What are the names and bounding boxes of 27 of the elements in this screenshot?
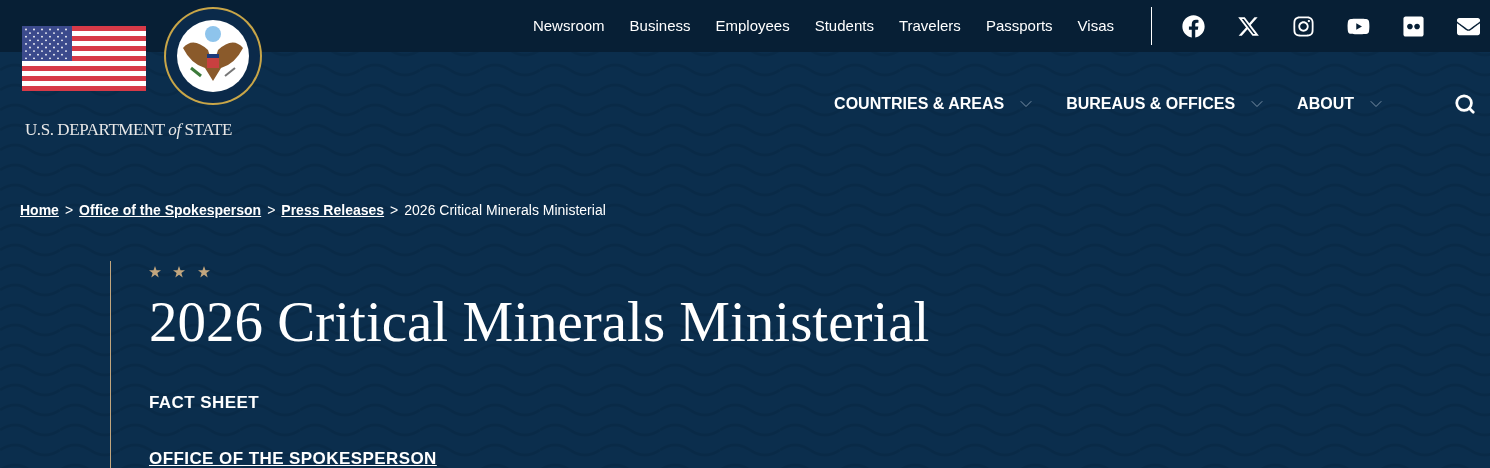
- utility-link[interactable]: Employees: [715, 14, 790, 38]
- breadcrumb-link[interactable]: Press Releases: [281, 200, 385, 221]
- nav-menu-button[interactable]: COUNTRIES & AREAS: [834, 92, 1037, 116]
- office-link[interactable]: OFFICE OF THE SPOKESPERSON: [149, 445, 437, 468]
- breadcrumb-separator: >: [390, 201, 399, 220]
- stars-icon: [149, 266, 211, 279]
- nav-menu-button[interactable]: ABOUT: [1297, 92, 1386, 116]
- breadcrumb-link[interactable]: Office of the Spokesperson: [79, 200, 262, 221]
- instagram-icon[interactable]: [1292, 14, 1315, 38]
- utility-link[interactable]: Business: [629, 14, 691, 38]
- content-type: FACT SHEET: [149, 392, 261, 414]
- breadcrumb-separator: >: [267, 201, 276, 220]
- utility-link[interactable]: Newsroom: [532, 14, 605, 38]
- breadcrumb-separator: >: [64, 201, 74, 220]
- utility-link[interactable]: Students: [814, 14, 874, 38]
- flickr-icon[interactable]: [1402, 14, 1425, 38]
- breadcrumb-link[interactable]: Home: [20, 200, 59, 221]
- search-icon[interactable]: [1454, 93, 1476, 115]
- utility-link[interactable]: Passports: [985, 14, 1053, 38]
- x-icon[interactable]: [1237, 14, 1260, 38]
- utility-link[interactable]: Visas: [1077, 14, 1114, 38]
- page-title: 2026 Critical Minerals Ministerial: [149, 293, 931, 350]
- facebook-icon[interactable]: [1182, 14, 1205, 38]
- breadcrumb-current: 2026 Critical Minerals Ministerial: [404, 201, 606, 220]
- utility-link[interactable]: Travelers: [898, 14, 961, 38]
- nav-menu-button[interactable]: BUREAUS & OFFICES: [1066, 92, 1268, 116]
- department-wordmark[interactable]: U.S. DEPARTMENT of STATE: [25, 117, 233, 143]
